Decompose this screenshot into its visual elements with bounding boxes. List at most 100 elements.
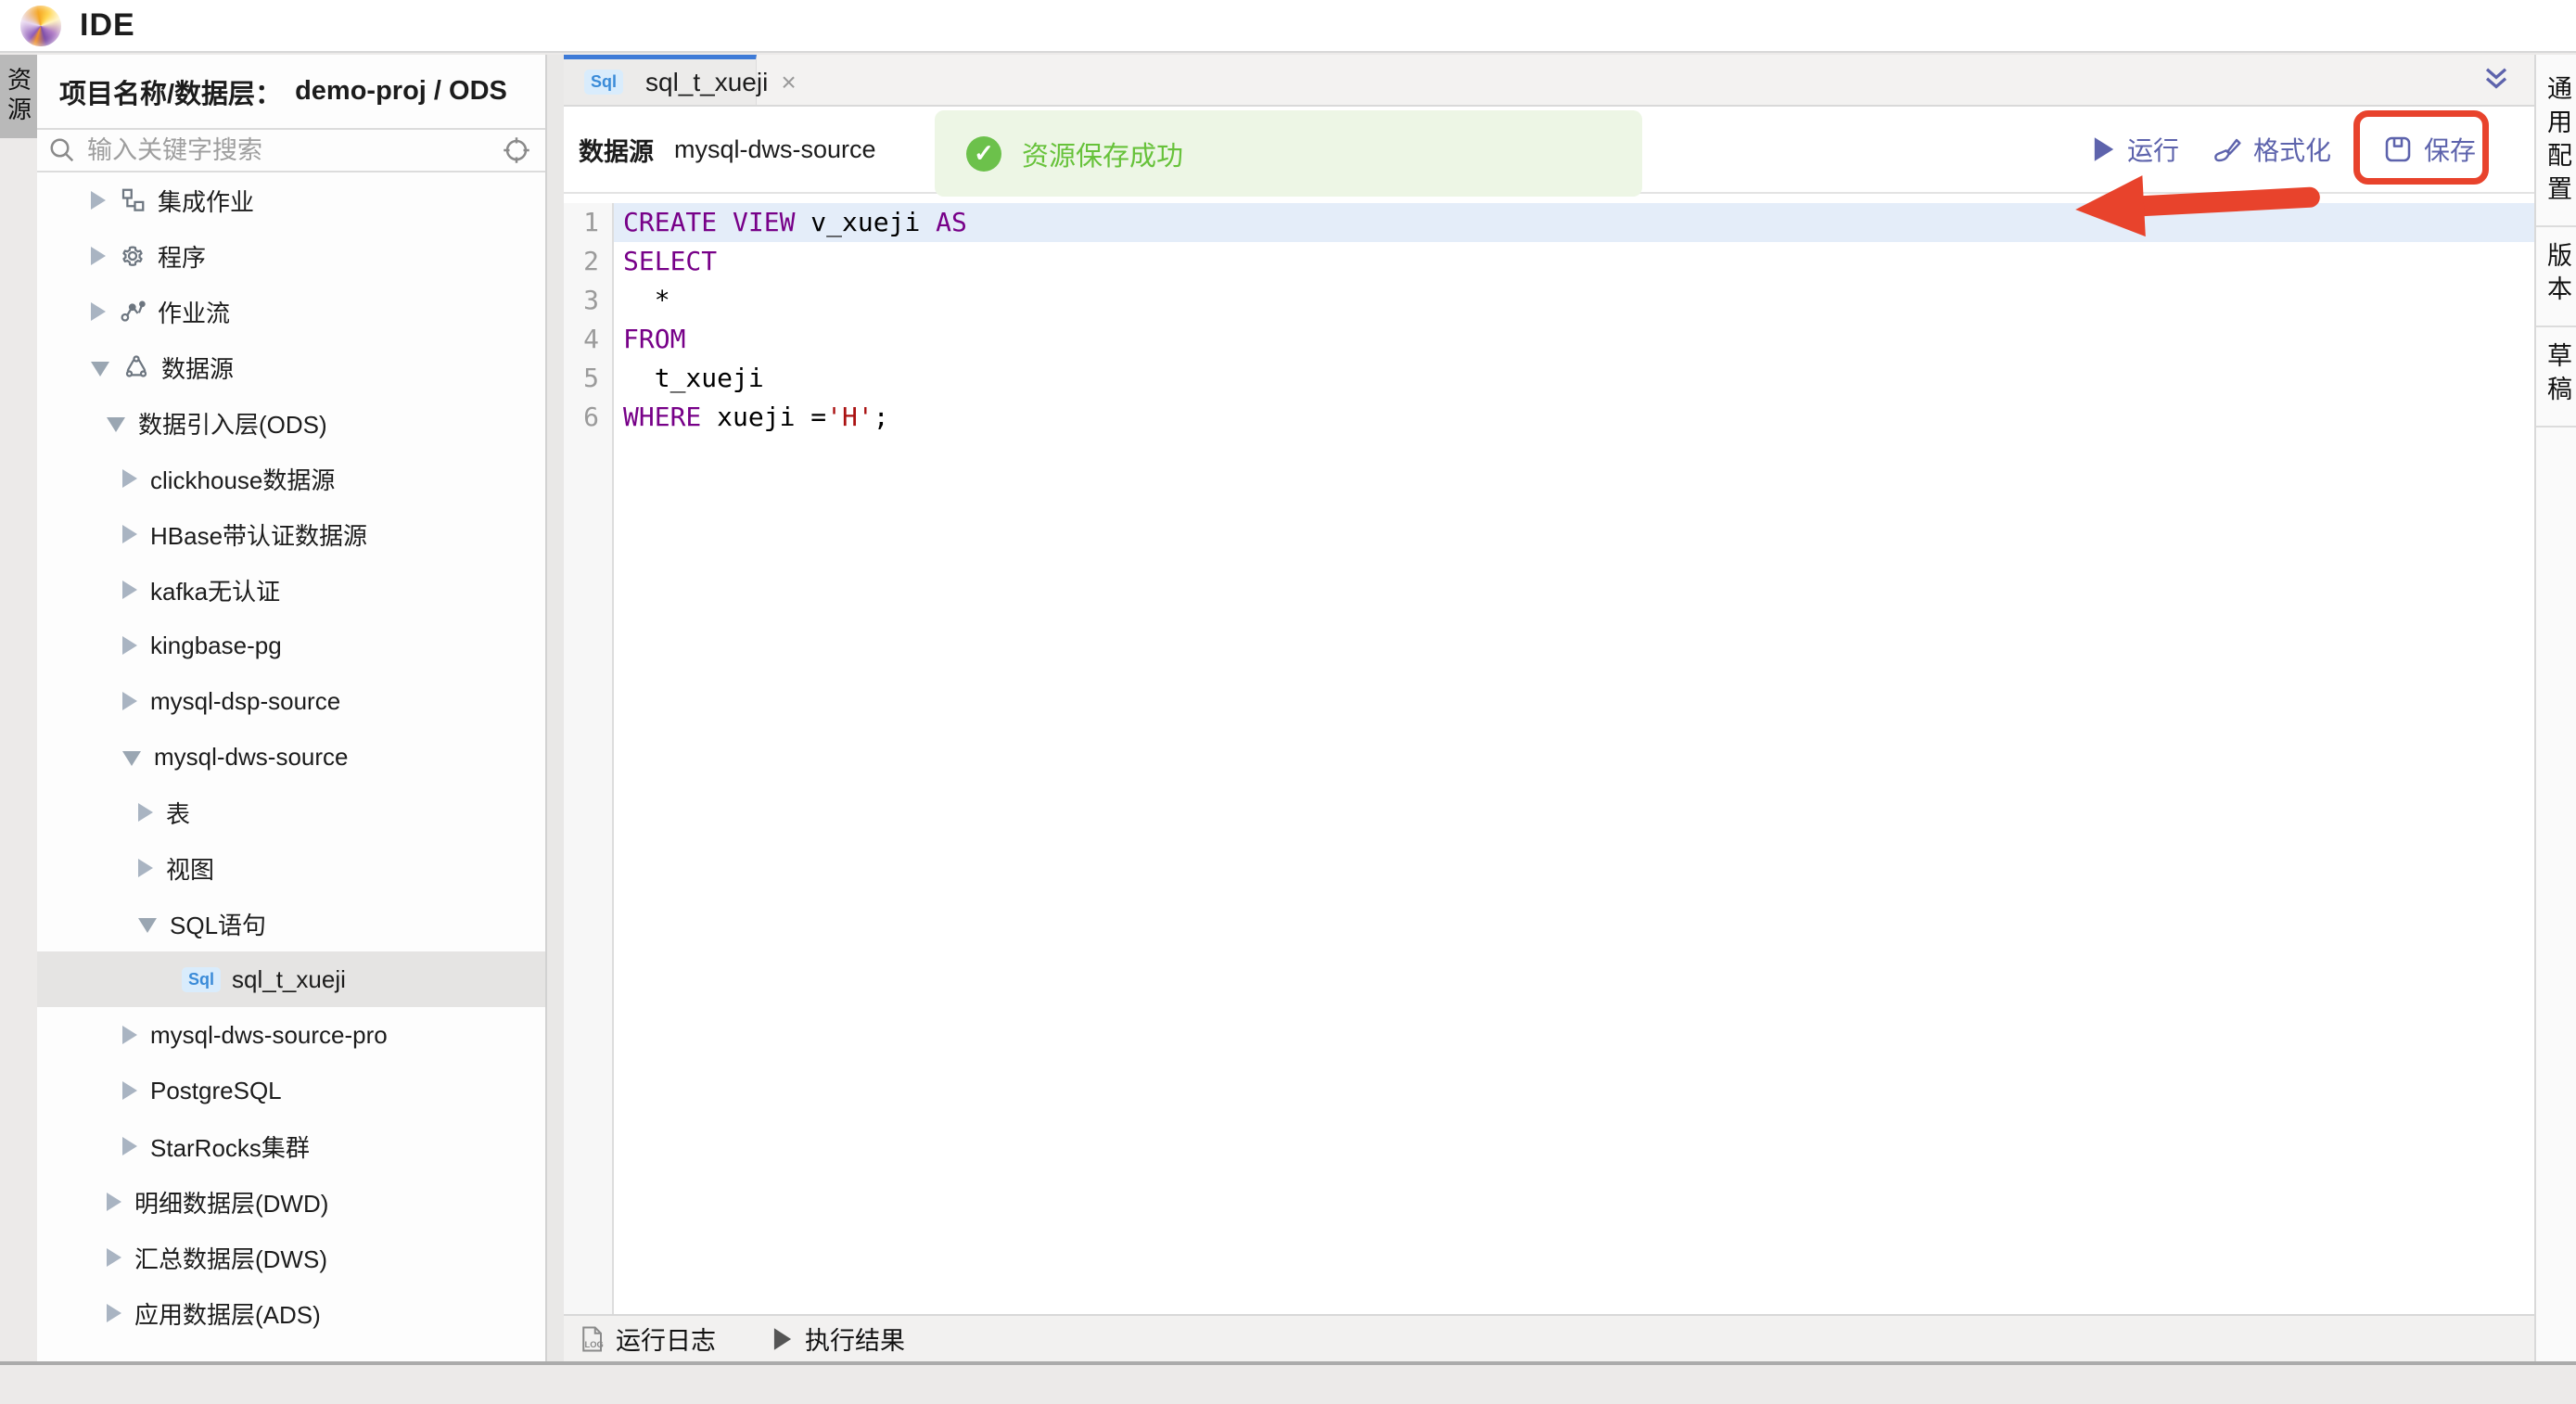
resource-tree: 集成作业程序作业流数据源数据引入层(ODS)clickhouse数据源 HBase… [37,172,545,1361]
tree-collapse-arrow-icon[interactable] [122,581,137,599]
tree-item-kafka无认证[interactable]: kafka无认证 [37,562,545,618]
run-play-icon [2092,136,2116,162]
tree-item-sql_t_xueji[interactable]: Sql sql_t_xueji [37,951,545,1007]
code-line-4[interactable]: 4FROM [564,320,2534,359]
tree-expand-arrow-icon[interactable] [91,362,109,377]
tree-item-label: SQL语句 [170,907,266,941]
tree-expand-arrow-icon[interactable] [138,918,157,933]
code-line-6[interactable]: 6WHERE xueji ='H'; [564,398,2534,437]
tree-collapse-arrow-icon[interactable] [107,1304,121,1322]
tree-collapse-arrow-icon[interactable] [122,692,137,710]
tree-item-label: 表 [166,796,190,830]
tree-item-StarRocks集群[interactable]: StarRocks集群 [37,1118,545,1174]
line-number: 1 [564,203,614,242]
project-header-value: demo-proj / ODS [295,76,507,107]
tree-collapse-arrow-icon[interactable] [91,247,106,265]
tree-item-汇总数据层(DWS)[interactable]: 汇总数据层(DWS) [37,1230,545,1285]
sql-badge-icon: Sql [182,967,221,992]
tree-item-label: 作业流 [158,295,230,329]
tree-item-应用数据层(ADS)[interactable]: 应用数据层(ADS) [37,1285,545,1341]
activity-tab-resources[interactable]: 资源 [0,55,37,138]
line-number: 6 [564,398,614,437]
tree-item-SQL语句[interactable]: SQL语句 [37,896,545,951]
datasource-label: 数据源 [579,132,654,168]
bottom-tab-运行日志[interactable]: LOG 运行日志 [579,1321,716,1357]
tree-collapse-arrow-icon[interactable] [122,1137,137,1155]
tree-item-PostgreSQL[interactable]: PostgreSQL [37,1063,545,1118]
bottom-tab-执行结果[interactable]: 执行结果 [772,1321,905,1357]
tab-label: sql_t_xueji [645,68,768,97]
svg-text:LOG: LOG [585,1339,604,1348]
page-footer [0,1365,2576,1404]
tree-item-表[interactable]: 表 [37,785,545,840]
tree-item-clickhouse数据源[interactable]: clickhouse数据源 [37,451,545,506]
tree-item-label: PostgreSQL [150,1077,282,1105]
code-line-text: FROM [614,320,2534,359]
panel-divider [547,55,564,1361]
code-line-5[interactable]: 5 t_xueji [564,359,2534,398]
code-line-text: t_xueji [614,359,2534,398]
resource-panel: 项目名称/数据层： demo-proj / ODS 集成作业程序作业流数据源数据… [37,55,547,1361]
datasource-value[interactable]: mysql-dws-source [674,135,876,164]
datasource-icon [122,353,150,381]
collapse-tabs-button[interactable] [2482,55,2534,105]
tree-expand-arrow-icon[interactable] [107,417,125,432]
tree-collapse-arrow-icon[interactable] [107,1193,121,1211]
code-editor[interactable]: 1CREATE VIEW v_xueji AS2SELECT3 *4FROM5 … [564,194,2534,1314]
tree-item-label: 程序 [158,239,206,274]
tree-item-kingbase-pg[interactable]: kingbase-pg [37,618,545,673]
code-line-3[interactable]: 3 * [564,281,2534,320]
tree-item-mysql-dsp-source[interactable]: mysql-dsp-source [37,673,545,729]
tree-item-数据源[interactable]: 数据源 [37,339,545,395]
app-title: IDE [80,7,135,44]
tree-expand-arrow-icon[interactable] [122,751,141,766]
tree-item-作业流[interactable]: 作业流 [37,284,545,339]
tab-sql-t-xueji[interactable]: Sql sql_t_xueji × [564,55,757,105]
gutter-fill [564,437,2534,1314]
locate-target-icon[interactable] [503,136,530,164]
search-row [37,130,545,172]
tree-item-mysql-dws-source[interactable]: mysql-dws-source [37,729,545,785]
search-input[interactable] [87,136,503,165]
sidebar-tab-版本[interactable]: 版本 [2536,227,2576,327]
tree-collapse-arrow-icon[interactable] [107,1248,121,1267]
tree-collapse-arrow-icon[interactable] [138,803,153,822]
tree-collapse-arrow-icon[interactable] [122,525,137,543]
tree-item-label: 视图 [166,851,214,886]
tree-item-label: mysql-dsp-source [150,687,340,716]
sql-badge-icon: Sql [584,70,623,95]
tree-collapse-arrow-icon[interactable] [122,1026,137,1044]
code-token-str: 'H' [826,402,874,432]
tree-collapse-arrow-icon[interactable] [122,1081,137,1100]
sidebar-tab-草稿[interactable]: 草稿 [2536,327,2576,428]
tree-collapse-arrow-icon[interactable] [138,859,153,877]
tree-item-程序[interactable]: 程序 [37,228,545,284]
code-token-kw: AS [936,207,967,237]
code-line-2[interactable]: 2SELECT [564,242,2534,281]
tree-item-mysql-dws-source-pro[interactable]: mysql-dws-source-pro [37,1007,545,1063]
tree-collapse-arrow-icon[interactable] [122,469,137,488]
tree-item-label: 明细数据层(DWD) [134,1185,328,1219]
tree-item-label: kingbase-pg [150,632,282,660]
tree-item-明细数据层(DWD)[interactable]: 明细数据层(DWD) [37,1174,545,1230]
save-button[interactable]: 保存 [2365,114,2494,185]
line-number: 4 [564,320,614,359]
tree-item-label: mysql-dws-source-pro [150,1021,388,1050]
tree-collapse-arrow-icon[interactable] [91,191,106,210]
sidebar-tab-通用配置[interactable]: 通用配置 [2536,60,2576,227]
tree-collapse-arrow-icon[interactable] [122,636,137,655]
success-check-icon: ✓ [966,136,1001,172]
tree-item-label: kafka无认证 [150,573,280,607]
tree-item-label: sql_t_xueji [232,965,346,994]
bottom-panel-bar: LOG 运行日志 执行结果 [564,1314,2534,1361]
run-button[interactable]: 运行 [2092,131,2179,168]
tree-item-label: 汇总数据层(DWS) [134,1241,327,1275]
tree-item-集成作业[interactable]: 集成作业 [37,172,545,228]
tree-item-视图[interactable]: 视图 [37,840,545,896]
bottom-tab-label: 运行日志 [616,1321,716,1357]
save-button-label: 保存 [2424,131,2476,168]
tree-collapse-arrow-icon[interactable] [91,302,106,321]
tree-item-数据引入层(ODS)[interactable]: 数据引入层(ODS) [37,395,545,451]
tree-item-label: HBase带认证数据源 [150,517,367,552]
tree-item-HBase带认证数据源[interactable]: HBase带认证数据源 [37,506,545,562]
